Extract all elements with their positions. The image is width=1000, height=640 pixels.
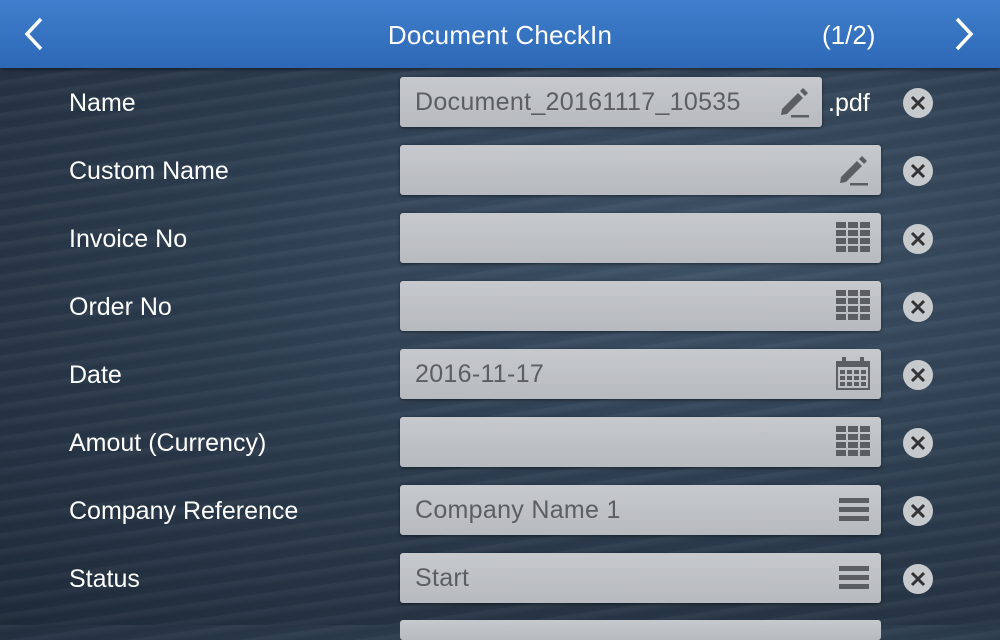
custom-name-field[interactable]	[400, 145, 881, 195]
form-row-order-no: Order No	[0, 279, 1000, 335]
field-value: Start	[415, 564, 470, 592]
clear-button[interactable]	[903, 360, 933, 390]
date-field[interactable]: 2016-11-17	[400, 349, 881, 399]
next-field-partial[interactable]	[400, 620, 881, 640]
pencil-icon[interactable]	[776, 85, 812, 119]
list-icon[interactable]	[835, 561, 871, 595]
clear-button[interactable]	[903, 156, 933, 186]
field-label: Name	[69, 89, 136, 117]
clear-button[interactable]	[903, 428, 933, 458]
field-value: Company Name 1	[415, 496, 621, 524]
close-icon	[910, 503, 926, 519]
form-row-date: Date 2016-11-17	[0, 347, 1000, 403]
close-icon	[910, 571, 926, 587]
clear-button[interactable]	[903, 292, 933, 322]
field-label: Company Reference	[69, 497, 299, 525]
form-row-company-reference: Company Reference Company Name 1	[0, 483, 1000, 539]
form-row-status: Status Start	[0, 551, 1000, 607]
field-value: 2016-11-17	[415, 360, 545, 388]
amount-field[interactable]	[400, 417, 881, 467]
form-row-amount: Amout (Currency)	[0, 415, 1000, 471]
clear-button[interactable]	[903, 88, 933, 118]
list-icon[interactable]	[835, 493, 871, 527]
close-icon	[910, 367, 926, 383]
field-label: Order No	[69, 293, 172, 321]
field-label: Status	[69, 565, 140, 593]
calendar-icon[interactable]	[835, 357, 871, 391]
field-label: Amout (Currency)	[69, 429, 267, 457]
chevron-right-icon	[955, 17, 974, 51]
field-label: Date	[69, 361, 122, 389]
order-no-field[interactable]	[400, 281, 881, 331]
keypad-icon[interactable]	[835, 425, 871, 459]
invoice-no-field[interactable]	[400, 213, 881, 263]
close-icon	[910, 231, 926, 247]
company-reference-select[interactable]: Company Name 1	[400, 485, 881, 535]
clear-button[interactable]	[903, 564, 933, 594]
pencil-icon[interactable]	[835, 153, 871, 187]
title-bar: Document CheckIn (1/2)	[0, 0, 1000, 68]
form-row-custom-name: Custom Name	[0, 143, 1000, 199]
field-label: Invoice No	[69, 225, 188, 253]
file-extension: .pdf	[828, 89, 870, 117]
clear-button[interactable]	[903, 224, 933, 254]
next-button[interactable]	[944, 14, 984, 54]
form-row-invoice-no: Invoice No	[0, 211, 1000, 267]
field-label: Custom Name	[69, 157, 229, 185]
keypad-icon[interactable]	[835, 221, 871, 255]
name-field[interactable]: Document_20161117_10535	[400, 77, 822, 127]
page-indicator: (1/2)	[822, 20, 876, 50]
form-row-name: Name Document_20161117_10535 .pdf	[0, 75, 1000, 131]
close-icon	[910, 95, 926, 111]
close-icon	[910, 299, 926, 315]
field-value: Document_20161117_10535	[415, 88, 741, 116]
clear-button[interactable]	[903, 496, 933, 526]
status-select[interactable]: Start	[400, 553, 881, 603]
close-icon	[910, 435, 926, 451]
close-icon	[910, 163, 926, 179]
keypad-icon[interactable]	[835, 289, 871, 323]
